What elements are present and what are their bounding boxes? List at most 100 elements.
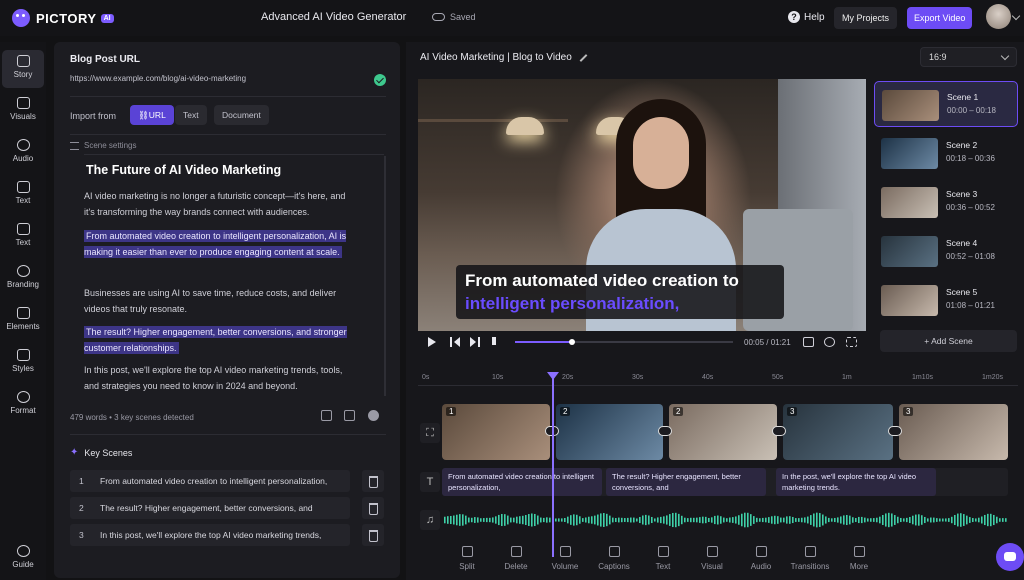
text-clip[interactable]: The result? Higher engagement, better co… bbox=[606, 468, 766, 496]
paragraph[interactable]: In this post, we'll explore the top AI v… bbox=[84, 362, 350, 394]
trash-icon[interactable] bbox=[362, 524, 384, 546]
fullscreen-icon[interactable] bbox=[846, 337, 857, 347]
import-tab-document[interactable]: Document bbox=[214, 105, 269, 125]
scene-card[interactable]: Scene 1 00:00 – 00:18 bbox=[874, 81, 1018, 127]
timeline-ruler[interactable]: 0s 10s 20s 30s 40s 50s 1m 1m10s 1m20s bbox=[418, 372, 1018, 386]
clip-number: 2 bbox=[673, 407, 684, 416]
caption-overlay[interactable]: From automated video creation to intelli… bbox=[456, 265, 784, 319]
waveform-bar bbox=[666, 515, 668, 525]
pencil-icon[interactable] bbox=[579, 53, 588, 62]
text-clip[interactable]: From automated video creation to intelli… bbox=[442, 468, 602, 496]
seek-bar[interactable] bbox=[515, 339, 733, 345]
waveform-bar bbox=[783, 517, 785, 523]
rail-item-branding[interactable]: Branding bbox=[2, 260, 44, 298]
import-tab-text[interactable]: Text bbox=[175, 105, 207, 125]
waveform-bar bbox=[660, 516, 662, 524]
text-clip[interactable]: In the post, we'll explore the top AI vi… bbox=[776, 468, 936, 496]
waveform-bar bbox=[816, 512, 818, 528]
paragraph-highlighted[interactable]: From automated video creation to intelli… bbox=[84, 228, 350, 260]
export-video-button[interactable]: Export Video bbox=[907, 7, 973, 29]
text-track-icon[interactable]: T bbox=[420, 472, 440, 492]
rail-item-text[interactable]: Text bbox=[2, 176, 44, 214]
ruler-tick-label: 20s bbox=[562, 374, 574, 381]
scene-settings-button[interactable]: Scene settings bbox=[70, 141, 136, 150]
rail-item-text[interactable]: Text bbox=[2, 218, 44, 256]
visual-track-icon[interactable]: ⛶ bbox=[420, 423, 440, 443]
tool-more[interactable]: More bbox=[838, 540, 880, 571]
refresh-icon[interactable] bbox=[344, 410, 355, 421]
key-scene-text: From automated video creation to intelli… bbox=[100, 476, 328, 486]
story-document[interactable]: The Future of AI Video Marketing AI vide… bbox=[70, 154, 386, 404]
timeline-clip[interactable]: 1 bbox=[442, 404, 550, 460]
chat-icon[interactable] bbox=[996, 543, 1024, 571]
add-scene-button[interactable]: + Add Scene bbox=[880, 330, 1017, 352]
aspect-ratio-select[interactable]: 16:9 bbox=[920, 47, 1017, 67]
rail-item-visuals[interactable]: Visuals bbox=[2, 92, 44, 130]
tool-transitions[interactable]: Transitions bbox=[789, 540, 831, 571]
rail-item-elements[interactable]: Elements bbox=[2, 302, 44, 340]
blog-url-field[interactable]: https://www.example.com/blog/ai-video-ma… bbox=[70, 74, 386, 88]
waveform-bar bbox=[465, 515, 467, 525]
tool-visual[interactable]: Visual bbox=[691, 540, 733, 571]
tool-audio[interactable]: Audio bbox=[740, 540, 782, 571]
scene-card[interactable]: Scene 4 00:52 – 01:08 bbox=[874, 228, 1018, 274]
key-scene-row[interactable]: 2 The result? Higher engagement, better … bbox=[70, 497, 350, 519]
grammar-icon[interactable] bbox=[368, 410, 379, 421]
volume-icon[interactable] bbox=[492, 337, 501, 345]
transition-link-icon[interactable] bbox=[772, 426, 786, 436]
seek-handle[interactable] bbox=[568, 339, 575, 345]
waveform-bar bbox=[825, 516, 827, 524]
play-icon[interactable] bbox=[428, 337, 436, 347]
waveform-bar bbox=[873, 518, 875, 522]
key-scene-row[interactable]: 1 From automated video creation to intel… bbox=[70, 470, 350, 492]
guide-button[interactable]: Guide bbox=[2, 540, 44, 578]
import-tab-url[interactable]: ⛓URL bbox=[130, 105, 174, 125]
rail-item-styles[interactable]: Styles bbox=[2, 344, 44, 382]
waveform-bar bbox=[558, 518, 560, 522]
captions-toggle-icon[interactable] bbox=[803, 337, 814, 347]
rail-item-audio[interactable]: Audio bbox=[2, 134, 44, 172]
import-icon[interactable] bbox=[321, 410, 332, 421]
waveform-bar bbox=[996, 516, 998, 524]
trash-icon[interactable] bbox=[362, 497, 384, 519]
tool-text[interactable]: Text bbox=[642, 540, 684, 571]
chevron-down-icon[interactable] bbox=[1011, 11, 1021, 21]
key-scene-row[interactable]: 3 In this post, we'll explore the top AI… bbox=[70, 524, 350, 546]
scene-card[interactable]: Scene 2 00:18 – 00:36 bbox=[874, 130, 1018, 176]
waveform-bar bbox=[738, 515, 740, 525]
playhead[interactable] bbox=[552, 375, 554, 557]
time-display: 00:05 / 01:21 bbox=[744, 338, 791, 347]
tool-volume[interactable]: Volume bbox=[544, 540, 586, 571]
rail-item-story[interactable]: Story bbox=[2, 50, 44, 88]
settings-icon[interactable] bbox=[824, 337, 835, 347]
tool-captions[interactable]: Captions bbox=[593, 540, 635, 571]
scene-card[interactable]: Scene 5 01:08 – 01:21 bbox=[874, 277, 1018, 323]
text-track[interactable]: From automated video creation to intelli… bbox=[442, 468, 1008, 496]
avatar[interactable] bbox=[986, 4, 1011, 29]
timeline-clip[interactable]: 2 bbox=[669, 404, 777, 460]
paragraph[interactable]: AI video marketing is no longer a futuri… bbox=[84, 188, 350, 220]
trash-icon[interactable] bbox=[362, 470, 384, 492]
timeline-clip[interactable]: 3 bbox=[899, 404, 1008, 460]
paragraph[interactable]: Businesses are using AI to save time, re… bbox=[84, 285, 350, 317]
project-title[interactable]: AI Video Marketing | Blog to Video bbox=[420, 52, 588, 63]
logo[interactable]: PICTORY AI bbox=[12, 9, 232, 27]
paragraph-highlighted[interactable]: The result? Higher engagement, better co… bbox=[84, 324, 350, 356]
transition-link-icon[interactable] bbox=[658, 426, 672, 436]
audio-waveform[interactable] bbox=[442, 506, 1008, 534]
timeline-clip[interactable]: 3 bbox=[783, 404, 893, 460]
help-button[interactable]: ? Help bbox=[788, 11, 825, 23]
rail-item-format[interactable]: Format bbox=[2, 386, 44, 424]
scene-time: 00:18 – 00:36 bbox=[946, 154, 995, 163]
tool-split[interactable]: Split bbox=[446, 540, 488, 571]
skip-forward-icon[interactable] bbox=[470, 337, 480, 347]
document-scrollbar[interactable] bbox=[384, 156, 386, 396]
scene-card[interactable]: Scene 3 00:36 – 00:52 bbox=[874, 179, 1018, 225]
transition-link-icon[interactable] bbox=[888, 426, 902, 436]
audio-track-icon[interactable]: ♫ bbox=[420, 510, 440, 530]
timeline-clip[interactable]: 2 bbox=[556, 404, 663, 460]
video-preview[interactable]: From automated video creation to intelli… bbox=[418, 79, 866, 331]
skip-back-icon[interactable] bbox=[450, 337, 460, 347]
tool-delete[interactable]: Delete bbox=[495, 540, 537, 571]
my-projects-button[interactable]: My Projects bbox=[834, 7, 898, 29]
